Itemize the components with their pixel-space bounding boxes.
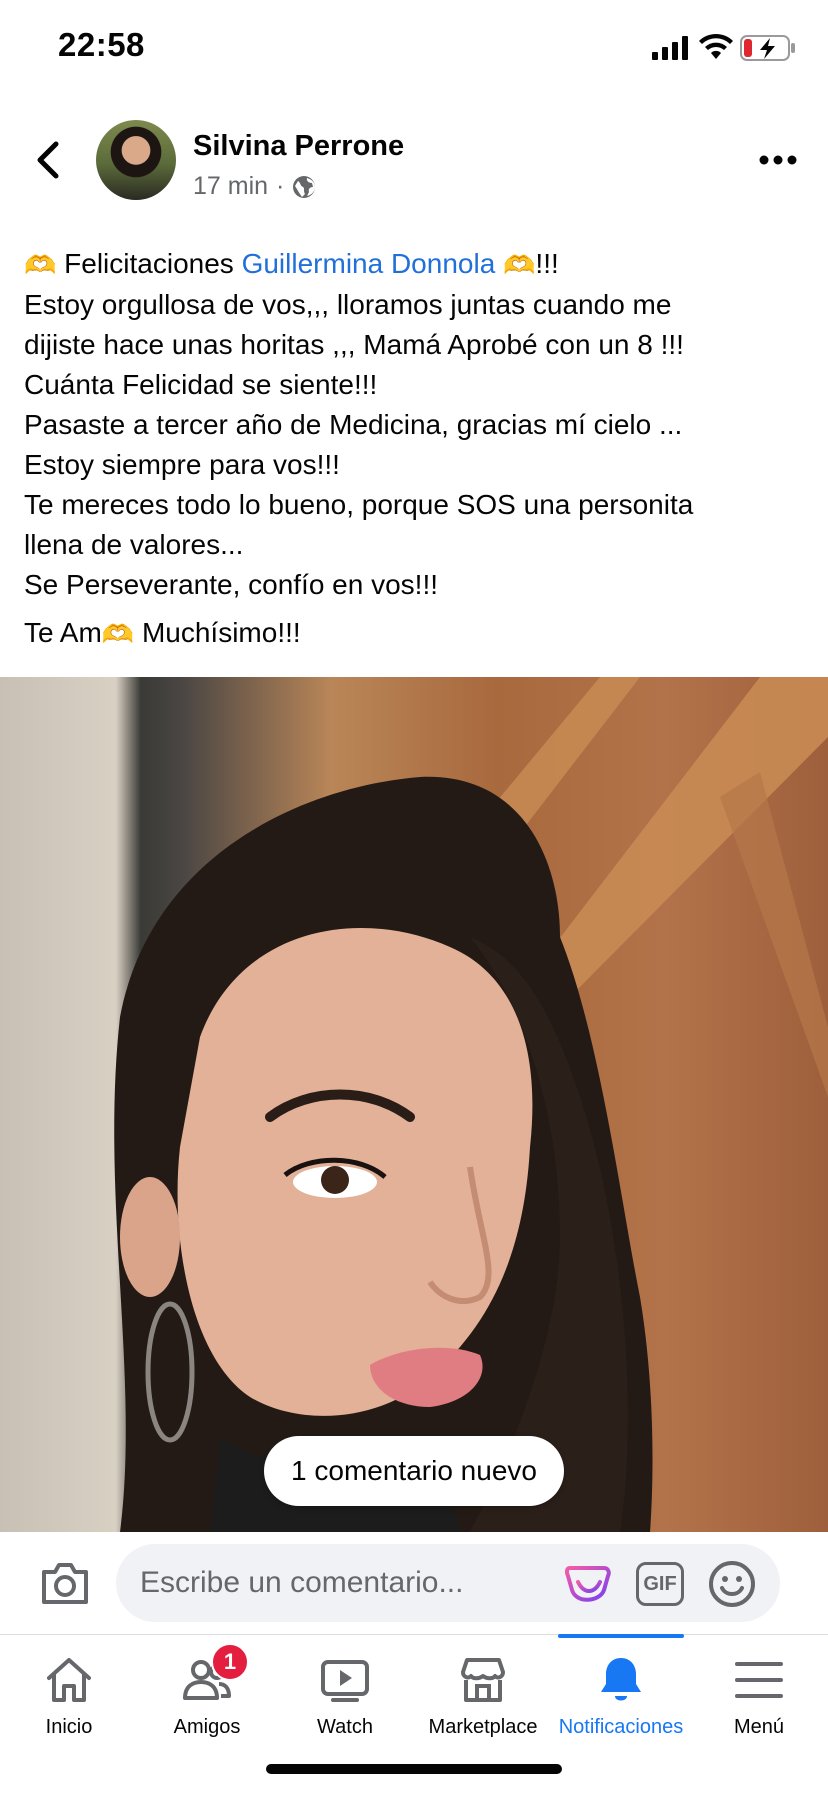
post-line: dijiste hace unas horitas ,,, Mamá Aprob… (24, 329, 684, 360)
heart-hands-emoji: 🫶 (24, 250, 57, 280)
heart-hands-emoji: 🫶 (101, 619, 135, 649)
notification-badge: 1 (211, 1643, 249, 1681)
home-icon (47, 1658, 91, 1702)
post-line-text: Te Am (24, 617, 102, 648)
emoji-icon[interactable] (708, 1560, 756, 1608)
tab-marketplace[interactable]: Marketplace (414, 1648, 552, 1758)
more-options-icon[interactable] (758, 146, 798, 174)
home-indicator (266, 1764, 562, 1774)
marketplace-store-icon (461, 1658, 505, 1702)
gif-label: GIF (643, 1572, 677, 1595)
post-line-text: !!! (535, 248, 559, 279)
post-line: Te Am🫶 Muchísimo!!! (24, 613, 814, 654)
hamburger-menu-icon (735, 1662, 783, 1698)
tab-label: Marketplace (428, 1716, 538, 1738)
tab-inicio[interactable]: Inicio (0, 1648, 138, 1758)
post-line: Estoy siempre para vos!!! (24, 449, 340, 480)
camera-icon[interactable] (40, 1560, 90, 1606)
tab-label: Watch (317, 1716, 373, 1738)
back-arrow-icon[interactable] (30, 140, 66, 180)
post-line: Cuánta Felicidad se siente!!! (24, 369, 378, 400)
post-line: Estoy orgullosa de vos,,, lloramos junta… (24, 289, 672, 320)
post-text: 🫶 Felicitaciones Guillermina Donnola 🫶!!… (24, 244, 814, 654)
watch-video-icon (321, 1660, 369, 1702)
battery-charging-icon (740, 35, 795, 61)
post-line: Te mereces todo lo bueno, porque SOS una… (24, 489, 694, 520)
tab-label: Notificaciones (558, 1716, 684, 1738)
post-line: 🫶 Felicitaciones Guillermina Donnola 🫶!!… (24, 244, 814, 285)
tab-label: Amigos (173, 1716, 241, 1738)
new-comment-pill[interactable]: 1 comentario nuevo (264, 1436, 564, 1506)
post-meta: 17 min · (193, 172, 316, 201)
post-line: Se Perseverante, confío en vos!!! (24, 569, 439, 600)
gif-button[interactable]: GIF (636, 1562, 684, 1606)
tab-menu[interactable]: Menú (690, 1648, 828, 1758)
active-tab-indicator (558, 1634, 684, 1638)
heart-hands-emoji: 🫶 (503, 250, 536, 280)
tab-notificaciones[interactable]: Notificaciones (552, 1648, 690, 1758)
post-line-text: Muchísimo!!! (134, 617, 301, 648)
avatar-sticker-icon[interactable] (564, 1560, 612, 1608)
author-avatar[interactable] (96, 120, 176, 200)
tab-label: Menú (733, 1716, 785, 1738)
tab-amigos[interactable]: Amigos (138, 1648, 276, 1758)
bell-icon (601, 1658, 641, 1701)
post-line: llena de valores... (24, 529, 244, 560)
post-photo[interactable] (0, 677, 828, 1532)
cellular-signal-icon (652, 36, 688, 60)
photo-illustration (114, 677, 828, 1532)
author-name[interactable]: Silvina Perrone (193, 130, 404, 163)
post-line-text: Felicitaciones (64, 248, 234, 279)
globe-public-icon (293, 175, 316, 198)
tab-label: Inicio (45, 1716, 93, 1738)
tab-watch[interactable]: Watch (276, 1648, 414, 1758)
wifi-icon (699, 33, 733, 59)
post-time[interactable]: 17 min (193, 172, 268, 201)
meta-separator: · (276, 172, 285, 200)
post-line: Pasaste a tercer año de Medicina, gracia… (24, 409, 683, 440)
mention-link[interactable]: Guillermina Donnola (242, 248, 496, 279)
status-time: 22:58 (58, 26, 145, 63)
